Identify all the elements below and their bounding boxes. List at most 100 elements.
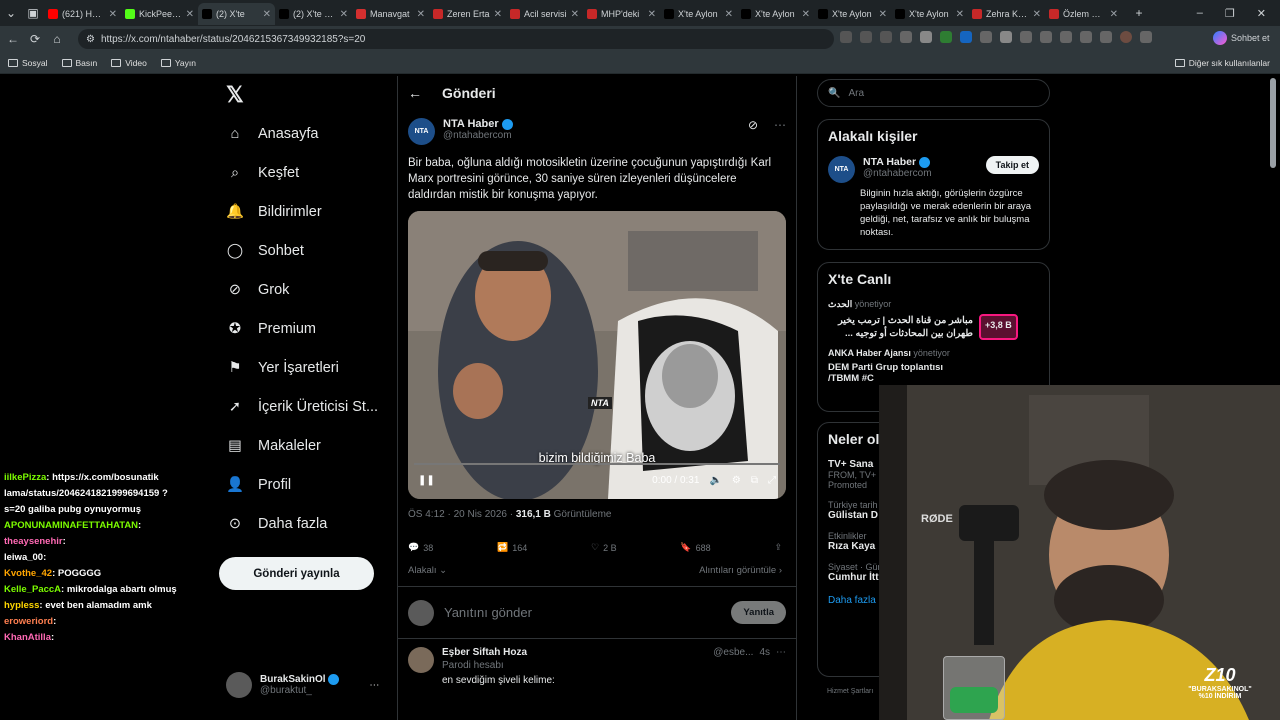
related-avatar[interactable]: NTA <box>828 156 855 183</box>
tab-close-icon[interactable]: ✕ <box>879 9 887 20</box>
tab-close-icon[interactable]: ✕ <box>802 9 810 20</box>
nav-item-premium[interactable]: ✪ Premium <box>218 309 398 348</box>
zoom-icon[interactable] <box>860 31 872 43</box>
puzzle-icon[interactable] <box>1000 31 1012 43</box>
new-tab-button[interactable]: + <box>1128 6 1150 20</box>
pause-icon[interactable]: ❚❚ <box>418 475 435 486</box>
account-switcher[interactable]: BurakSakinOl @buraktut_ ⋯ <box>226 672 379 698</box>
follow-button[interactable]: Takip et <box>985 156 1039 174</box>
page-scrollbar[interactable] <box>1270 78 1276 168</box>
nav-item-search[interactable]: ⌕ Keşfet <box>218 153 398 192</box>
footer-link[interactable]: Hizmet Şartları <box>827 688 873 695</box>
browser-tab[interactable]: X'te Aylon ✕ <box>891 3 968 25</box>
site-info-icon[interactable]: ⚙ <box>86 34 95 45</box>
tab-close-icon[interactable]: ✕ <box>109 9 117 20</box>
chat-username[interactable]: eroweriord <box>4 616 53 627</box>
browser-tab[interactable]: Acil servisi ✕ <box>506 3 583 25</box>
browser-tab[interactable]: X'te Aylon ✕ <box>660 3 737 25</box>
nav-item-article[interactable]: ▤ Makaleler <box>218 426 398 465</box>
favorites-icon[interactable] <box>1040 31 1052 43</box>
nav-item-rocket[interactable]: ➚ İçerik Üreticisi St... <box>218 387 398 426</box>
extension-icon[interactable] <box>960 31 972 43</box>
more-dots-icon[interactable]: ⋯ <box>774 118 786 132</box>
workspaces-icon[interactable]: ▣ <box>22 6 44 20</box>
browser-tab[interactable]: (621) Habe ✕ <box>44 3 121 25</box>
bookmark-folder[interactable]: Yayın <box>160 58 196 68</box>
browser-tab[interactable]: Zehra Kınık ✕ <box>968 3 1045 25</box>
reply-button[interactable]: Yanıtla <box>731 601 786 624</box>
settings-icon[interactable]: ⚙ <box>732 475 741 486</box>
chat-username[interactable]: Kelle_PaccA <box>4 584 61 595</box>
nav-item-chat[interactable]: ◯ Sohbet <box>218 231 398 270</box>
sort-dropdown[interactable]: Alakalı ⌄ <box>408 565 447 576</box>
translate-icon[interactable] <box>840 31 852 43</box>
other-bookmarks[interactable]: Diğer sık kullanılanlar <box>1174 58 1270 68</box>
author-name[interactable]: NTA Haber <box>443 118 740 130</box>
tweet-video[interactable]: NTA bizim bildiğimiz Baba ❚❚ 0:00 / 0:31… <box>408 211 786 499</box>
browser-tab[interactable]: KickPeek - ✕ <box>121 3 198 25</box>
author-avatar[interactable]: NTA <box>408 118 435 145</box>
back-icon[interactable]: ← <box>2 32 24 46</box>
tab-close-icon[interactable]: ✕ <box>956 9 964 20</box>
chat-username[interactable]: KhanAtilla <box>4 632 51 643</box>
more-dots-icon[interactable]: ⋯ <box>776 647 786 658</box>
live-item[interactable]: ANKA Haber Ajansı yönetiyor DEM Parti Gr… <box>828 348 1039 384</box>
close-window-icon[interactable]: ✕ <box>1257 7 1266 20</box>
nav-item-bookmark[interactable]: ⚑ Yer İşaretleri <box>218 348 398 387</box>
home-browser-icon[interactable]: ⌂ <box>46 32 68 46</box>
sohbet-button[interactable]: Sohbet et <box>1213 31 1270 45</box>
fullscreen-icon[interactable]: ⤢ <box>768 475 776 486</box>
bookmark-folder[interactable]: Basın <box>61 58 97 68</box>
copilot-icon[interactable] <box>1100 31 1112 43</box>
extension-icon[interactable] <box>940 31 952 43</box>
chat-username[interactable]: iilkePizza <box>4 472 46 483</box>
tab-close-icon[interactable]: ✕ <box>263 9 271 20</box>
share-icon[interactable]: ⇪ <box>774 542 782 553</box>
chat-username[interactable]: leiwa_00 <box>4 552 43 563</box>
browser-tab[interactable]: (2) X'te Hal ✕ <box>275 3 352 25</box>
live-item[interactable]: الحدث yönetiyor مباشر من قناة الحدث | تر… <box>828 299 1039 340</box>
minimize-icon[interactable]: – <box>1197 7 1203 20</box>
tab-close-icon[interactable]: ✕ <box>725 9 733 20</box>
bookmark-folder[interactable]: Video <box>111 58 147 68</box>
url-field[interactable]: ⚙ https://x.com/ntahaber/status/20462153… <box>78 29 834 49</box>
reply-author-name[interactable]: Eşber Siftah Hoza <box>442 647 527 658</box>
x-logo-icon[interactable]: 𝕏 <box>218 76 398 114</box>
bookmark-action[interactable]: 🔖 688 <box>680 542 710 553</box>
bookmark-folder[interactable]: Sosyal <box>8 58 48 68</box>
extension-icon[interactable] <box>900 31 912 43</box>
tweet-date[interactable]: ÖS 4:12 · 20 Nis 2026 · <box>408 509 516 520</box>
post-button[interactable]: Gönderi yayınla <box>219 557 374 590</box>
chat-username[interactable]: APONUNAMINAFETTAHATAN <box>4 520 138 531</box>
back-arrow-icon[interactable]: ← <box>408 85 422 101</box>
tab-close-icon[interactable]: ✕ <box>1033 9 1041 20</box>
reply-avatar[interactable] <box>408 647 434 673</box>
nav-item-home[interactable]: ⌂ Anasayfa <box>218 114 398 153</box>
view-quotes-link[interactable]: Alıntıları görüntüle › <box>699 565 782 576</box>
menu-icon[interactable] <box>1140 31 1152 43</box>
pip-icon[interactable]: ⧉ <box>751 475 758 486</box>
nav-item-more[interactable]: ⊙ Daha fazla <box>218 504 398 543</box>
tab-close-icon[interactable]: ✕ <box>571 9 579 20</box>
tab-list-icon[interactable]: ⌄ <box>0 6 22 20</box>
reload-icon[interactable]: ⟳ <box>24 32 46 46</box>
related-name[interactable]: NTA Haber <box>863 156 978 168</box>
retweet-action[interactable]: 🔁 164 <box>497 542 527 553</box>
collections-icon[interactable] <box>1060 31 1072 43</box>
nav-item-grok[interactable]: ⊘ Grok <box>218 270 398 309</box>
chat-username[interactable]: theaysenehir <box>4 536 63 547</box>
tab-close-icon[interactable]: ✕ <box>648 9 656 20</box>
author-handle[interactable]: @ntahabercom <box>443 130 740 141</box>
nav-item-user[interactable]: 👤 Profil <box>218 465 398 504</box>
browser-tab[interactable]: X'te Aylon ✕ <box>737 3 814 25</box>
nav-item-bell[interactable]: 🔔 Bildirimler <box>218 192 398 231</box>
star-icon[interactable] <box>880 31 892 43</box>
like-action[interactable]: ♡ 2 B <box>591 542 617 553</box>
browser-tab[interactable]: Manavgat ✕ <box>352 3 429 25</box>
more-dots-icon[interactable]: ⋯ <box>369 680 379 691</box>
tab-close-icon[interactable]: ✕ <box>340 9 348 20</box>
extension-icon[interactable] <box>920 31 932 43</box>
tab-close-icon[interactable]: ✕ <box>1110 9 1118 20</box>
restore-icon[interactable]: ❐ <box>1225 7 1235 20</box>
browser-tab[interactable]: Özlem Çer ✕ <box>1045 3 1122 25</box>
